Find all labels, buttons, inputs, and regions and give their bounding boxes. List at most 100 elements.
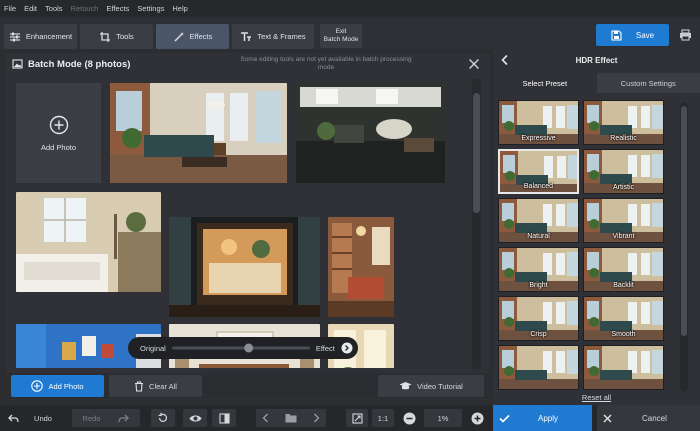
add-photo-tile-label: Add Photo [40,142,77,152]
tab-effects[interactable]: Effects [156,24,229,49]
scrollbar-thumb[interactable] [681,106,687,336]
chevron-right-icon[interactable] [313,413,320,423]
tab-effects-label: Effects [189,32,213,41]
preset-scrollbar[interactable] [680,102,688,392]
menu-effects[interactable]: Effects [106,4,129,13]
photo-thumbnail[interactable] [296,83,445,183]
photo-grid-scrollbar[interactable] [472,79,481,369]
photo-thumbnail[interactable] [328,217,394,317]
tab-tools[interactable]: Tools [80,24,153,49]
preset-tile[interactable]: Expressive [498,100,579,145]
redo-button[interactable]: Redo [72,409,140,427]
hdr-tabs: Select Preset Custom Settings [493,73,700,93]
preset-tile[interactable] [583,345,664,390]
preset-tile[interactable]: Realistic [583,100,664,145]
preset-tile[interactable]: Backlit [583,247,664,292]
images-icon [12,59,23,69]
preset-tile[interactable]: Crisp [498,296,579,341]
bottom-toolbar: Undo Redo 1:1 1% [0,405,700,431]
preset-label: Balanced [523,183,554,190]
photo-thumbnail[interactable] [169,217,320,317]
exit-label: Exit [335,28,347,35]
menu-tools[interactable]: Tools [45,4,63,13]
checkmark-icon [499,414,510,423]
split-view-icon [218,412,230,424]
minus-circle-icon [403,412,415,424]
clear-all-button[interactable]: Clear All [109,375,202,397]
slider-track[interactable] [171,342,310,354]
arrow-right-circle-icon[interactable] [341,342,353,354]
save-button[interactable]: Save [596,24,669,46]
scrollbar-thumb[interactable] [473,93,480,213]
preset-label: Realistic [610,135,637,142]
zoom-in-button[interactable] [466,409,488,427]
menu-edit[interactable]: Edit [24,4,37,13]
add-photo-button[interactable]: Add Photo [11,375,104,397]
tab-custom-settings[interactable]: Custom Settings [596,73,700,93]
menu-settings[interactable]: Settings [137,4,164,13]
preset-tile[interactable]: Artistic [583,149,664,194]
hdr-panel-title: HDR Effect [575,55,618,65]
fit-screen-button[interactable] [346,409,368,427]
cancel-label: Cancel [642,413,667,423]
magic-wand-icon [174,31,184,42]
compare-button[interactable] [212,409,236,427]
photo-thumbnail[interactable] [16,192,161,292]
chevron-left-icon[interactable] [262,413,269,423]
menu-file[interactable]: File [4,4,16,13]
tab-enhancement-label: Enhancement [25,32,73,41]
slider-original-label: Original [140,343,166,353]
tab-enhancement[interactable]: Enhancement [4,24,77,49]
preset-tile[interactable]: Vibrant [583,198,664,243]
photo-thumbnail[interactable] [110,83,287,183]
rotate-icon [158,412,168,422]
expand-icon [351,412,363,424]
preset-tile[interactable]: Smooth [583,296,664,341]
preview-button[interactable] [183,409,207,427]
apply-button[interactable]: Apply [493,405,592,431]
reset-all-link[interactable]: Reset all [493,393,700,402]
zoom-1to1-button[interactable]: 1:1 [372,409,394,427]
floppy-disk-icon [611,29,622,41]
undo-button[interactable]: Undo [26,409,60,427]
folder-icon[interactable] [285,413,297,423]
menu-help[interactable]: Help [172,4,187,13]
reset-rotate-button[interactable] [151,409,175,427]
preset-tile[interactable] [498,345,579,390]
hdr-effect-panel: HDR Effect Select Preset Custom Settings… [493,50,700,405]
add-photo-tile[interactable]: Add Photo [16,83,101,183]
preset-label: Artistic [613,184,634,191]
preset-tile[interactable]: Natural [498,198,579,243]
preset-label: Natural [527,233,550,240]
batch-title: Batch Mode (8 photos) [28,58,131,70]
tab-select-preset[interactable]: Select Preset [493,73,597,93]
preset-label: Bright [529,282,548,289]
preset-label: Backlit [613,282,634,289]
close-icon [603,414,612,422]
exit-batch-mode-button[interactable]: Exit Batch Mode [320,24,362,48]
zoom-value[interactable]: 1% [424,409,462,427]
print-button[interactable] [674,24,696,46]
close-icon[interactable] [468,58,480,70]
hdr-preset-grid: Expressive Realistic Balanced Artistic Natur… [498,100,670,404]
photo-grid: Add Photo [6,78,470,368]
batch-mode-label: Batch Mode [323,36,359,43]
plus-circle-icon [471,412,483,424]
zoom-out-button[interactable] [398,409,420,427]
original-effect-slider[interactable]: Original Effect [128,337,358,359]
trash-icon [135,380,144,392]
preset-tile[interactable]: Bright [498,247,579,292]
eye-icon [189,415,201,421]
tab-text-frames[interactable]: Text & Frames [232,24,314,49]
preset-label: Expressive [521,135,556,142]
video-tutorial-button[interactable]: Video Tutorial [378,375,484,397]
preset-label: Vibrant [612,233,635,240]
menu-retouch[interactable]: Retouch [71,4,99,13]
preset-tile[interactable]: Balanced [498,149,579,194]
undo-icon[interactable] [6,409,20,427]
cancel-button[interactable]: Cancel [597,405,700,431]
graduation-cap-icon [399,382,412,390]
printer-icon [679,29,691,41]
redo-label: Redo [82,413,101,423]
crop-icon [100,31,111,42]
